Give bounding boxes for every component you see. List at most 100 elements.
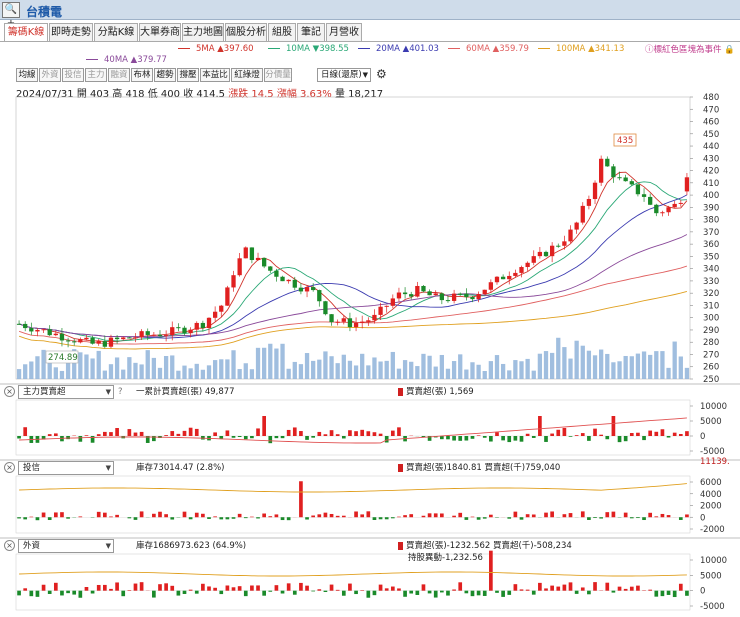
candle-body [537,251,543,257]
flow-bar [335,515,340,518]
flow-bar [194,512,199,518]
indicator-select[interactable]: 投信 ▼ [18,461,114,475]
flow-bar [84,587,89,591]
flow-bar [507,517,512,519]
price-tick-label: 400 [703,191,719,201]
close-icon[interactable]: × [4,462,15,473]
candle-body [90,337,95,344]
flow-bar [397,588,401,591]
flow-bar [280,436,285,439]
volume-bar [660,351,665,379]
flow-bar [629,586,634,591]
flow-bar [60,590,64,596]
candle-body [464,293,469,298]
volume-bar [53,367,58,379]
flow-bar [360,514,365,518]
flow-bar [286,583,291,591]
flow-bar [599,434,603,436]
volume-bar [415,366,420,379]
candle-body [451,293,457,301]
volume-bar [543,351,549,379]
panel-tick-label: 0 [700,513,705,523]
ma-line [18,181,687,342]
candle-body [531,256,536,263]
flow-bar [629,517,634,519]
volume-bar [249,369,255,379]
candle-body [396,292,402,299]
candle-body [556,245,561,247]
flow-bar [231,436,236,438]
volume-bar [470,362,475,379]
volume-bar [592,355,598,379]
volume-bar [635,353,641,379]
flow-bar [433,513,438,518]
volume-bar [127,357,132,379]
volume-bar [525,358,530,379]
flow-bar [384,588,389,591]
candle-body [672,203,677,208]
panel-legend-secondary: 買賣超(張)1840.81 買賣超(千)759,040 [398,462,560,474]
flow-bar [660,590,665,597]
flow-bar [531,514,536,518]
flow-bar [139,431,144,436]
volume-bar [366,365,371,379]
candle-body [182,327,187,334]
candle-body [114,337,120,340]
indicator-select[interactable]: 外資 ▼ [18,539,114,553]
volume-bar [439,354,444,379]
flow-bar [262,590,266,596]
volume-bar [84,354,89,379]
close-icon[interactable]: × [4,386,15,397]
volume-bar [599,349,604,379]
candle-body [274,270,279,277]
candle-body [654,204,659,214]
flow-bar [531,436,536,438]
volume-bar [292,361,297,379]
flow-bar [35,517,40,521]
flow-bar [574,435,579,436]
flow-bar [544,512,548,518]
volume-bar [672,341,677,379]
flow-bar [568,436,573,437]
flow-bar [403,515,407,518]
flow-bar [329,430,334,436]
volume-bar [78,352,83,379]
flow-bar [311,590,316,592]
candle-body [433,293,438,296]
flow-bar [213,432,217,436]
flow-bar [525,514,530,518]
flow-bar [274,585,279,591]
indicator-select[interactable]: 主力買賣超 ▼ [18,385,114,399]
flow-bar [458,512,463,518]
flow-bar [243,590,248,597]
flow-bar [476,435,481,436]
flow-bar [194,428,199,436]
flow-bar [207,586,211,591]
flow-bar [317,431,322,436]
price-tick-label: 420 [703,167,719,177]
price-tick-label: 330 [703,277,719,287]
flow-bar [666,515,671,518]
flow-bar [164,583,168,591]
flow-bar [127,429,132,436]
bar-swatch [398,463,403,472]
volume-bar [274,348,279,379]
volume-bar [90,358,95,379]
flow-bar [47,590,52,594]
volume-bar [678,356,683,379]
volume-bar [188,368,193,379]
flow-bar [133,583,138,591]
flow-bar [188,517,193,520]
volume-bar [513,360,518,379]
close-icon[interactable]: × [4,540,15,551]
flow-bar [623,436,628,442]
flow-bar [188,589,193,591]
flow-bar [139,511,144,518]
candle-body [78,339,83,343]
candle-body [500,276,506,280]
flow-bar [237,586,242,591]
high-label: 435 [617,136,633,146]
flow-bar [636,585,640,591]
help-icon[interactable]: ? [118,386,123,398]
flow-bar [360,429,365,436]
